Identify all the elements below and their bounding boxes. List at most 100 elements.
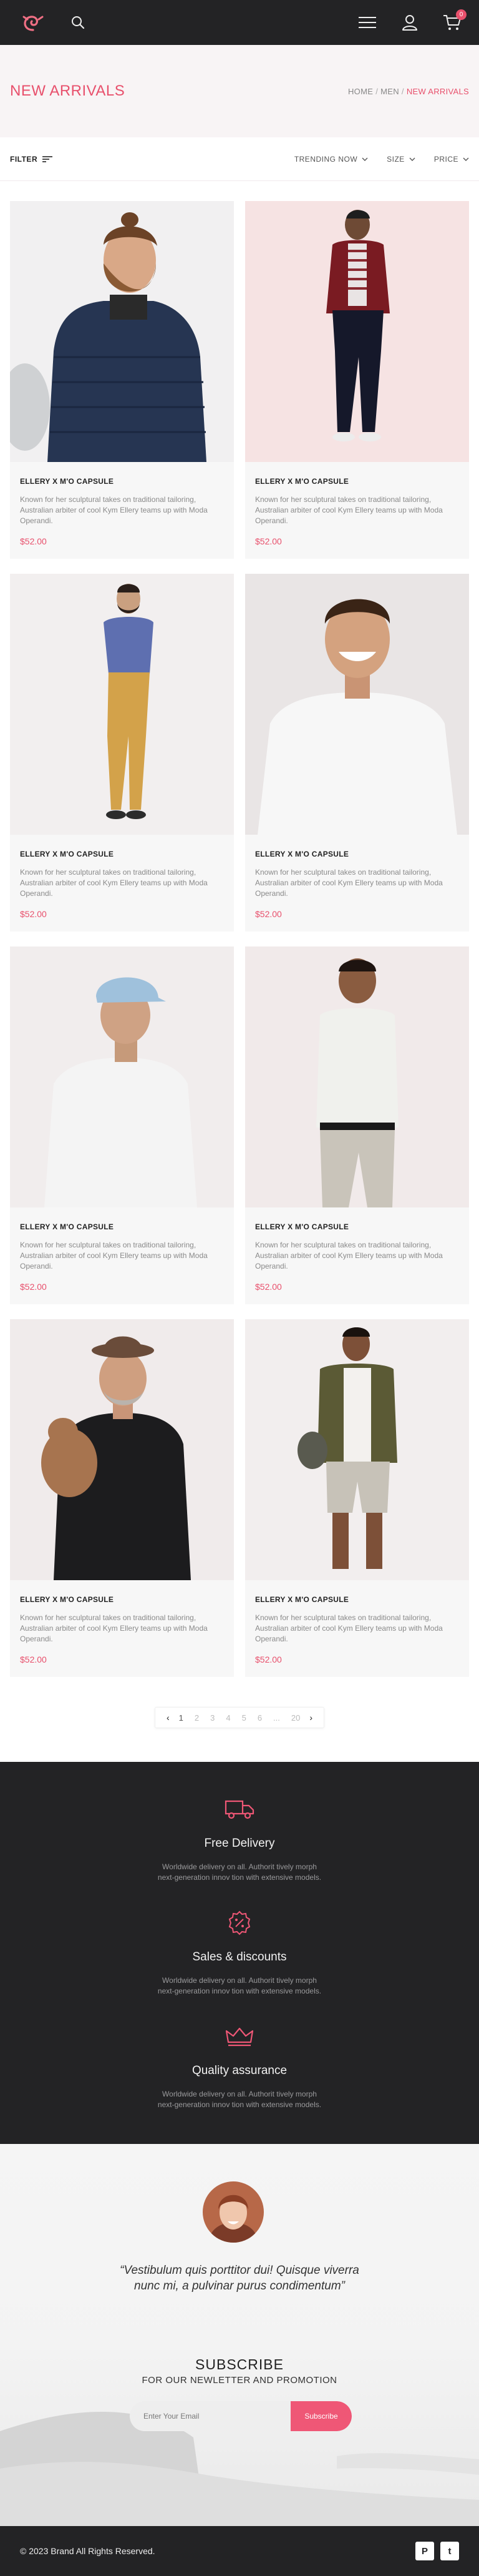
product-title[interactable]: ELLERY X M'O CAPSULE [20,1595,224,1604]
size-dropdown[interactable]: SIZE [387,155,415,164]
cart-count-badge: 0 [456,9,467,20]
page-banner: NEW ARRIVALS HOME / MEN / NEW ARRIVALS [0,45,479,137]
page-button-1[interactable]: 1 [173,1713,189,1723]
breadcrumb-home[interactable]: HOME [348,87,373,96]
testimonial-quote: “Vestibulum quis porttitor dui! Quisque … [120,2264,359,2293]
product-title[interactable]: ELLERY X M'O CAPSULE [255,850,459,858]
percent-discount-icon [0,1909,479,1937]
product-description: Known for her sculptural takes on tradit… [20,1241,208,1271]
product-price: $52.00 [20,909,47,919]
product-title[interactable]: ELLERY X M'O CAPSULE [255,477,459,486]
product-description: Known for her sculptural takes on tradit… [20,495,208,525]
feature-description-line: Worldwide delivery on all. Authorit tive… [162,1976,317,1985]
feature-sales-discounts: Sales & discounts Worldwide delivery on … [0,1909,479,1997]
product-title[interactable]: ELLERY X M'O CAPSULE [255,1222,459,1231]
email-field[interactable] [130,2401,291,2431]
chevron-down-icon [409,157,415,161]
filter-lines-icon [42,155,53,162]
product-price: $52.00 [255,1654,282,1664]
spiral-logo-icon[interactable] [19,10,47,35]
product-price: $52.00 [20,536,47,546]
product-description: Known for her sculptural takes on tradit… [255,495,443,525]
page-title: NEW ARRIVALS [10,82,125,99]
newsletter-subtitle: FOR OUR NEWLETTER AND PROMOTION [142,2375,337,2386]
product-image [10,574,234,835]
chevron-down-icon [362,157,368,161]
product-description: Known for her sculptural takes on tradit… [255,1613,443,1643]
page-button-6[interactable]: 6 [252,1713,268,1723]
product-card[interactable]: ELLERY X M'O CAPSULE Known for her sculp… [10,574,234,932]
feature-title: Free Delivery [204,1837,275,1850]
next-page-button[interactable]: › [306,1713,316,1723]
product-image [245,201,469,462]
filter-label: FILTER [10,154,38,164]
cart-icon[interactable]: 0 [443,9,467,32]
product-card[interactable]: ELLERY X M'O CAPSULE Known for her sculp… [10,1319,234,1677]
prev-page-button[interactable]: ‹ [163,1713,173,1723]
subscribe-button[interactable]: Subscribe [291,2401,352,2431]
top-navbar: 0 [0,0,479,45]
product-title[interactable]: ELLERY X M'O CAPSULE [20,1222,224,1231]
page-button-20[interactable]: 20 [286,1713,306,1723]
feature-description: Worldwide delivery on all. Authorit tive… [0,1862,479,1883]
feature-title: Sales & discounts [192,1950,287,1964]
user-icon[interactable] [400,13,419,32]
product-title[interactable]: ELLERY X M'O CAPSULE [20,477,224,486]
size-label: SIZE [387,154,405,164]
product-image [245,574,469,835]
delivery-truck-icon [0,1796,479,1823]
footer: © 2023 Brand All Rights Reserved. P t [0,2526,479,2576]
page-button-5[interactable]: 5 [236,1713,252,1723]
product-price: $52.00 [255,1282,282,1292]
breadcrumb-current: NEW ARRIVALS [406,86,469,96]
chevron-down-icon [463,157,469,161]
crown-icon [0,2023,479,2050]
page-button-4[interactable]: 4 [220,1713,236,1723]
product-card[interactable]: ELLERY X M'O CAPSULE Known for her sculp… [245,201,469,559]
feature-description: Worldwide delivery on all. Authorit tive… [0,1975,479,1997]
product-card[interactable]: ELLERY X M'O CAPSULE Known for her sculp… [10,946,234,1304]
page-button-2[interactable]: 2 [189,1713,205,1723]
sort-trending-dropdown[interactable]: TRENDING NOW [294,155,368,164]
feature-free-delivery: Free Delivery Worldwide delivery on all.… [0,1796,479,1883]
product-card[interactable]: ELLERY X M'O CAPSULE Known for her sculp… [245,574,469,932]
search-icon[interactable] [69,13,87,32]
testimonial-avatar [203,2181,264,2243]
product-grid: ELLERY X M'O CAPSULE Known for her sculp… [0,181,479,1677]
product-image [245,946,469,1207]
product-card[interactable]: ELLERY X M'O CAPSULE Known for her sculp… [245,946,469,1304]
product-price: $52.00 [255,536,282,546]
product-image [245,1319,469,1580]
features-section: Free Delivery Worldwide delivery on all.… [0,1762,479,2144]
twitter-icon[interactable]: t [440,2542,459,2560]
pinterest-icon[interactable]: P [415,2542,434,2560]
page-button-3[interactable]: 3 [205,1713,220,1723]
product-image [10,946,234,1207]
hamburger-menu-icon[interactable] [358,13,377,32]
filter-button[interactable]: FILTER [10,154,53,164]
feature-description-line: Worldwide delivery on all. Authorit tive… [162,1862,317,1871]
product-description: Known for her sculptural takes on tradit… [20,1613,208,1643]
social-links: P t [409,2542,459,2560]
product-description: Known for her sculptural takes on tradit… [20,868,208,898]
product-image [10,201,234,462]
product-title[interactable]: ELLERY X M'O CAPSULE [255,1595,459,1604]
product-title[interactable]: ELLERY X M'O CAPSULE [20,850,224,858]
product-description: Known for her sculptural takes on tradit… [255,868,443,898]
newsletter-form: Subscribe [130,2401,352,2431]
sort-trending-label: TRENDING NOW [294,154,358,164]
feature-description-line: next-generation innov tion with extensiv… [157,1873,322,1882]
feature-title: Quality assurance [191,2064,288,2077]
breadcrumb-men[interactable]: MEN [380,87,399,96]
price-dropdown[interactable]: PRICE [434,155,469,164]
product-card[interactable]: ELLERY X M'O CAPSULE Known for her sculp… [245,1319,469,1677]
feature-description-line: next-generation innov tion with extensiv… [157,2100,322,2109]
filter-bar: FILTER TRENDING NOW SIZE PRICE [0,137,479,181]
product-card[interactable]: ELLERY X M'O CAPSULE Known for her sculp… [10,201,234,559]
price-label: PRICE [433,154,458,164]
product-price: $52.00 [255,909,282,919]
feature-quality-assurance: Quality assurance Worldwide delivery on … [0,2023,479,2110]
feature-description: Worldwide delivery on all. Authorit tive… [0,2089,479,2110]
testimonial-newsletter-section: “Vestibulum quis porttitor dui! Quisque … [0,2144,479,2526]
newsletter-title: SUBSCRIBE [195,2356,284,2372]
